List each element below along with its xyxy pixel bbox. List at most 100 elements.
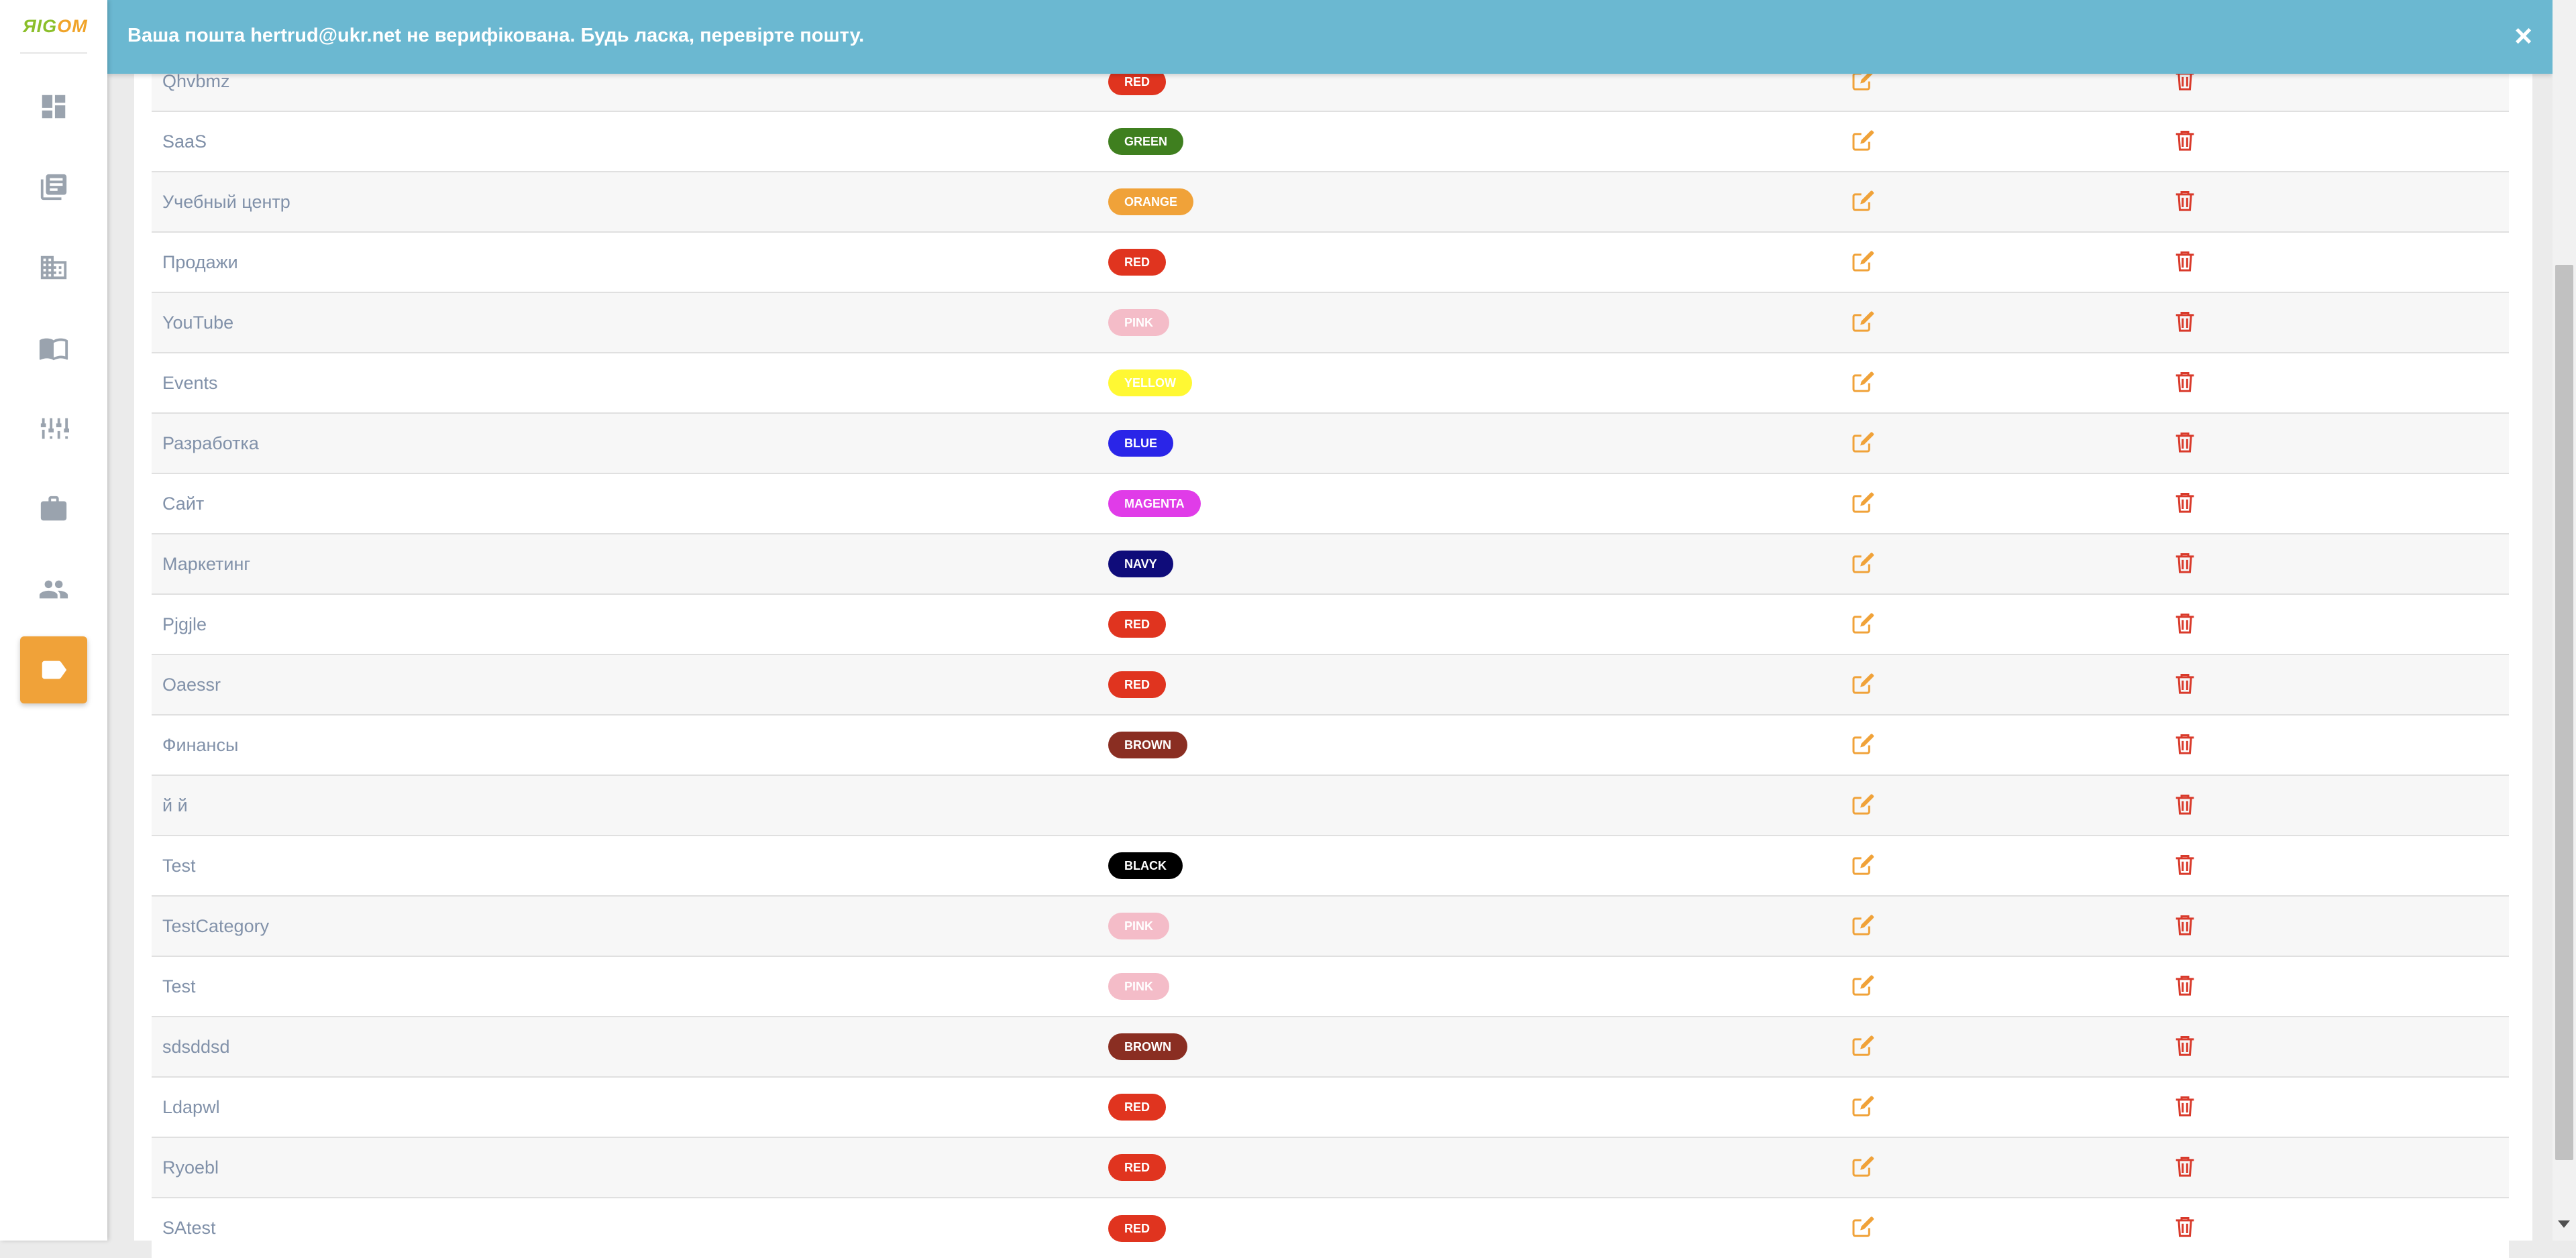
trash-icon[interactable]	[2171, 1092, 2198, 1119]
sidebar-item-settings[interactable]	[20, 395, 87, 462]
category-name: Events	[162, 372, 218, 393]
trash-icon[interactable]	[2171, 972, 2198, 998]
edit-icon[interactable]	[1850, 549, 1877, 576]
trash-icon[interactable]	[2171, 549, 2198, 576]
table-row: YouTube PINK	[152, 292, 2509, 353]
edit-icon[interactable]	[1850, 368, 1877, 395]
trash-icon[interactable]	[2171, 247, 2198, 274]
color-badge: RED	[1108, 611, 1167, 638]
edit-icon[interactable]	[1850, 127, 1877, 154]
category-color-cell: RED	[1108, 1137, 1823, 1198]
trash-icon[interactable]	[2171, 1213, 2198, 1240]
edit-icon[interactable]	[1850, 1032, 1877, 1059]
trash-icon[interactable]	[2171, 368, 2198, 395]
sidebar-item-jobs[interactable]	[20, 475, 87, 542]
trash-icon[interactable]	[2171, 851, 2198, 878]
page-scrollbar[interactable]	[2553, 0, 2576, 1241]
delete-cell	[2162, 1198, 2509, 1258]
sidebar-item-dashboard[interactable]	[20, 73, 87, 140]
scrollbar-thumb[interactable]	[2555, 265, 2573, 1160]
edit-icon[interactable]	[1850, 670, 1877, 697]
color-badge: RED	[1108, 1094, 1167, 1121]
table-row: й й	[152, 775, 2509, 836]
category-name: TestCategory	[162, 915, 270, 936]
trash-icon[interactable]	[2171, 127, 2198, 154]
verification-banner: Ваша пошта hertrud@ukr.net не верифікова…	[107, 0, 2553, 74]
sidebar-item-companies[interactable]	[20, 234, 87, 301]
trash-icon[interactable]	[2171, 670, 2198, 697]
sidebar-item-articles[interactable]	[20, 154, 87, 221]
category-color-cell: RED	[1108, 1077, 1823, 1137]
color-badge: BROWN	[1108, 732, 1187, 758]
category-name: Сайт	[162, 493, 205, 514]
delete-cell	[2162, 111, 2509, 172]
category-name: Финансы	[162, 734, 239, 755]
edit-icon[interactable]	[1850, 972, 1877, 998]
trash-icon[interactable]	[2171, 730, 2198, 757]
delete-cell	[2162, 232, 2509, 292]
close-icon[interactable]: ×	[2514, 20, 2532, 51]
sidebar-item-tags[interactable]	[20, 636, 87, 703]
app-logo[interactable]: ЯIGOM	[23, 16, 88, 37]
sidebar-item-knowledge[interactable]	[20, 314, 87, 382]
edit-cell	[1823, 111, 2162, 172]
edit-cell	[1823, 534, 2162, 594]
edit-cell	[1823, 172, 2162, 232]
scroll-down-arrow-icon[interactable]	[2558, 1220, 2570, 1228]
edit-icon[interactable]	[1850, 428, 1877, 455]
edit-cell	[1823, 1077, 2162, 1137]
edit-cell	[1823, 353, 2162, 413]
delete-cell	[2162, 1017, 2509, 1077]
edit-icon[interactable]	[1850, 1213, 1877, 1240]
edit-icon[interactable]	[1850, 1092, 1877, 1119]
trash-icon[interactable]	[2171, 489, 2198, 516]
category-name: Ldapwl	[162, 1096, 220, 1117]
edit-icon[interactable]	[1850, 730, 1877, 757]
edit-icon[interactable]	[1850, 1153, 1877, 1180]
table-row: Test BLACK	[152, 836, 2509, 896]
category-name: Разработка	[162, 433, 259, 453]
trash-icon[interactable]	[2171, 428, 2198, 455]
trash-icon[interactable]	[2171, 1153, 2198, 1180]
trash-icon[interactable]	[2171, 308, 2198, 335]
edit-icon[interactable]	[1850, 489, 1877, 516]
edit-cell	[1823, 775, 2162, 836]
delete-cell	[2162, 1137, 2509, 1198]
edit-cell	[1823, 654, 2162, 715]
category-name: Ryoebl	[162, 1157, 219, 1178]
logo-divider	[20, 52, 87, 54]
delete-cell	[2162, 956, 2509, 1017]
trash-icon[interactable]	[2171, 1032, 2198, 1059]
color-badge: PINK	[1108, 309, 1170, 336]
delete-cell	[2162, 654, 2509, 715]
edit-icon[interactable]	[1850, 791, 1877, 817]
sidebar-item-users[interactable]	[20, 556, 87, 623]
edit-icon[interactable]	[1850, 247, 1877, 274]
category-color-cell: BROWN	[1108, 715, 1823, 775]
category-name: YouTube	[162, 312, 234, 333]
trash-icon[interactable]	[2171, 187, 2198, 214]
category-color-cell: RED	[1108, 232, 1823, 292]
table-row: TestCategory PINK	[152, 896, 2509, 956]
color-badge: PINK	[1108, 913, 1170, 939]
table-row: SAtest RED	[152, 1198, 2509, 1258]
edit-icon[interactable]	[1850, 308, 1877, 335]
color-badge: GREEN	[1108, 128, 1184, 155]
article-icon	[40, 174, 67, 201]
table-row: SaaS GREEN	[152, 111, 2509, 172]
trash-icon[interactable]	[2171, 610, 2198, 636]
delete-cell	[2162, 413, 2509, 473]
trash-icon[interactable]	[2171, 911, 2198, 938]
edit-icon[interactable]	[1850, 610, 1877, 636]
delete-cell	[2162, 1077, 2509, 1137]
trash-icon[interactable]	[2171, 791, 2198, 817]
edit-cell	[1823, 473, 2162, 534]
edit-icon[interactable]	[1850, 851, 1877, 878]
color-badge: NAVY	[1108, 551, 1173, 577]
edit-icon[interactable]	[1850, 911, 1877, 938]
category-color-cell: ORANGE	[1108, 172, 1823, 232]
briefcase-icon	[40, 496, 67, 521]
delete-cell	[2162, 836, 2509, 896]
edit-icon[interactable]	[1850, 187, 1877, 214]
people-icon	[39, 580, 68, 599]
